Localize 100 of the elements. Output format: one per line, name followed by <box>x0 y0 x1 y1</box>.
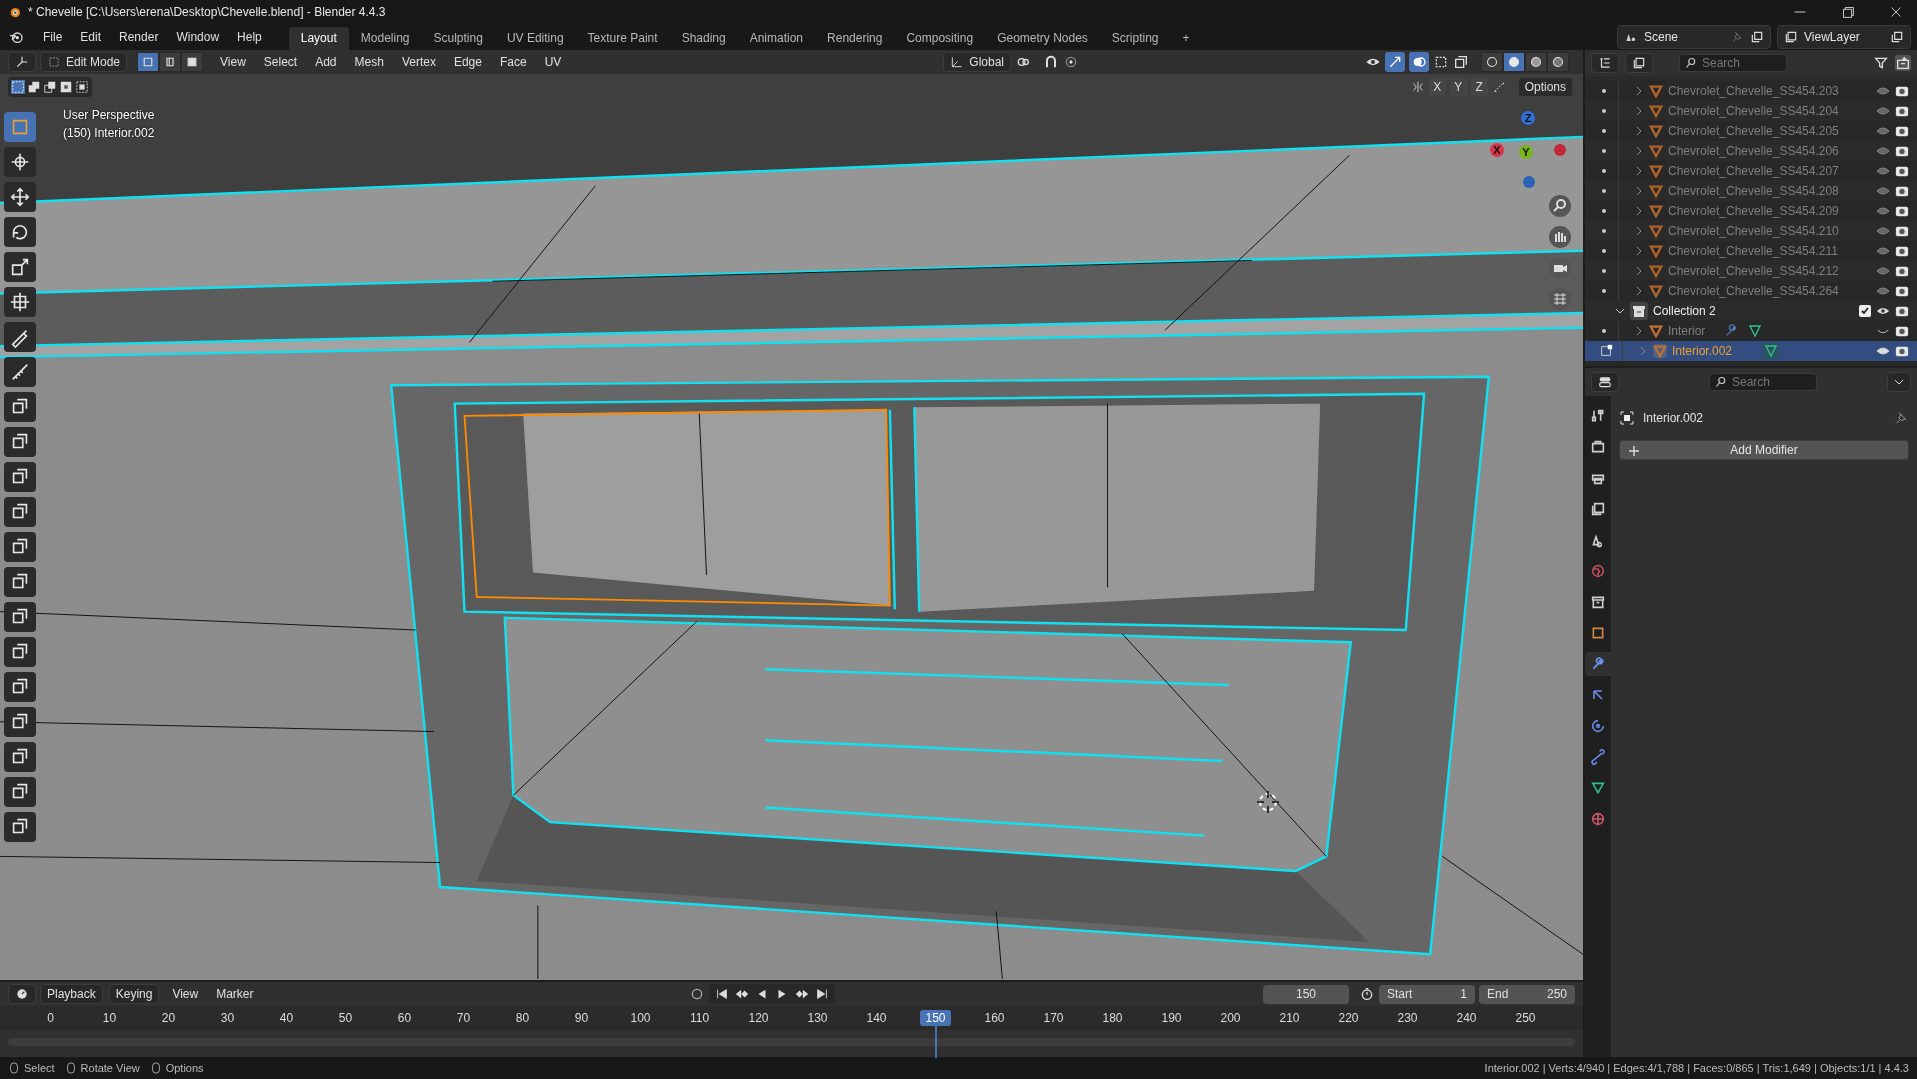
editor-type-button[interactable] <box>1591 372 1619 392</box>
camera-icon[interactable] <box>1895 244 1909 258</box>
outliner-row[interactable]: Chevrolet_Chevelle_SS454.203 <box>1585 81 1917 101</box>
select-invert-icon[interactable] <box>59 80 73 94</box>
playhead[interactable]: 150 <box>920 1010 951 1026</box>
scrollbar[interactable] <box>8 1038 1575 1046</box>
jump-start-icon[interactable] <box>714 987 729 1001</box>
x-axis-handle[interactable]: X <box>1490 143 1504 157</box>
menu-item[interactable]: Window <box>167 30 229 44</box>
workspace-tab[interactable]: Compositing <box>894 27 986 50</box>
filter-icon[interactable] <box>1873 55 1889 71</box>
tool-button[interactable] <box>4 287 36 317</box>
search-field[interactable]: Search <box>1679 54 1787 72</box>
menu-item[interactable]: View <box>213 55 253 69</box>
select-subtract-icon[interactable] <box>43 80 57 94</box>
shading-button[interactable] <box>1547 52 1569 72</box>
menu-item[interactable]: View <box>165 987 206 1001</box>
view-layer-button[interactable] <box>1625 53 1653 73</box>
camera-icon[interactable] <box>1895 344 1909 358</box>
dot-icon[interactable] <box>1599 246 1609 256</box>
copy-icon[interactable] <box>1750 30 1764 44</box>
tool-button[interactable] <box>4 497 36 527</box>
dot-icon[interactable] <box>1599 186 1609 196</box>
copy-icon[interactable] <box>1890 30 1904 44</box>
dot-icon[interactable] <box>1599 126 1609 136</box>
tool-button[interactable] <box>4 672 36 702</box>
workspace-tab[interactable]: Geometry Nodes <box>985 27 1100 50</box>
camera-icon[interactable] <box>1895 144 1909 158</box>
axis-dot[interactable] <box>1554 144 1566 156</box>
workspace-tab[interactable]: Layout <box>288 27 349 50</box>
camera-icon[interactable] <box>1895 184 1909 198</box>
camera-icon[interactable] <box>1895 164 1909 178</box>
stopwatch-icon[interactable] <box>1359 986 1375 1002</box>
tool-button[interactable] <box>4 707 36 737</box>
tool-button[interactable] <box>4 147 36 177</box>
add-workspace-button[interactable]: + <box>1170 27 1202 50</box>
magnet-icon[interactable] <box>1043 54 1059 70</box>
tool-button[interactable] <box>4 322 36 352</box>
view-layer-selector[interactable]: ViewLayer <box>1777 25 1911 49</box>
dot-icon[interactable] <box>1599 146 1609 156</box>
search-field[interactable]: Search <box>1709 373 1817 391</box>
outliner-row[interactable]: Chevrolet_Chevelle_SS454.211 <box>1585 241 1917 261</box>
dot-icon[interactable] <box>1599 326 1609 336</box>
tool-button[interactable] <box>4 742 36 772</box>
gizmo-toggle-icon[interactable] <box>1385 52 1405 72</box>
menu-item[interactable]: Vertex <box>394 55 443 69</box>
menu-item[interactable]: Keying <box>108 984 160 1004</box>
workspace-tab[interactable]: Rendering <box>815 27 895 50</box>
tool-button[interactable] <box>4 462 36 492</box>
tool-button[interactable] <box>4 357 36 387</box>
workspace-tab[interactable]: Shading <box>669 27 738 50</box>
start-frame-field[interactable]: Start 1 <box>1379 984 1475 1004</box>
checkbox[interactable] <box>1859 305 1871 317</box>
menu-item[interactable]: Face <box>492 55 534 69</box>
shading-button[interactable] <box>1525 52 1547 72</box>
tool-button[interactable] <box>4 532 36 562</box>
tool-button[interactable] <box>4 567 36 597</box>
overlays-icon[interactable] <box>1409 52 1429 72</box>
menu-item[interactable]: Marker <box>209 987 261 1001</box>
menu-item[interactable]: File <box>34 30 72 44</box>
outliner-row[interactable]: Chevrolet_Chevelle_SS454.264 <box>1585 281 1917 301</box>
tool-button[interactable] <box>4 637 36 667</box>
face-select-button[interactable] <box>181 52 204 72</box>
wrench-icon[interactable] <box>1724 324 1739 338</box>
outliner-row[interactable]: Chevrolet_Chevelle_SS454.205 <box>1585 121 1917 141</box>
new-collection-icon[interactable] <box>1895 55 1911 71</box>
tool-button[interactable] <box>4 252 36 282</box>
options-dropdown[interactable]: Options <box>1517 77 1573 97</box>
menu-item[interactable]: Help <box>228 30 271 44</box>
tool-button[interactable] <box>4 217 36 247</box>
scene-selector[interactable]: Scene <box>1617 25 1771 49</box>
camera-icon[interactable] <box>1895 124 1909 138</box>
tool-button[interactable] <box>4 182 36 212</box>
menu-item[interactable]: Mesh <box>347 55 391 69</box>
camera-icon[interactable] <box>1895 104 1909 118</box>
tool-button[interactable] <box>4 392 36 422</box>
mesh-overlay-icon[interactable] <box>1433 54 1449 70</box>
select-extend-icon[interactable] <box>27 80 41 94</box>
tool-button[interactable] <box>4 777 36 807</box>
current-frame-field[interactable]: 150 <box>1263 984 1349 1004</box>
camera-icon[interactable] <box>1548 256 1572 280</box>
end-frame-field[interactable]: End 250 <box>1479 984 1575 1004</box>
menu-item[interactable]: Select <box>256 55 305 69</box>
previous-keyframe-icon[interactable] <box>734 987 749 1001</box>
tool-button[interactable] <box>4 602 36 632</box>
dot-icon[interactable] <box>1599 286 1609 296</box>
eye-icon[interactable] <box>1876 344 1890 358</box>
axis-dot[interactable] <box>1523 176 1535 188</box>
vertex-select-button[interactable] <box>137 52 160 72</box>
y-axis-handle[interactable]: Y <box>1519 145 1533 159</box>
camera-icon[interactable] <box>1895 204 1909 218</box>
camera-icon[interactable] <box>1895 284 1909 298</box>
workspace-tab[interactable]: Animation <box>737 27 816 50</box>
mesh-data-icon[interactable] <box>1763 343 1780 359</box>
menu-item[interactable]: UV <box>537 55 569 69</box>
dot-icon[interactable] <box>1599 266 1609 276</box>
workspace-tab[interactable]: Texture Paint <box>575 27 670 50</box>
camera-icon[interactable] <box>1895 224 1909 238</box>
proportional-icon[interactable] <box>1063 54 1079 70</box>
menu-item[interactable]: Edge <box>446 55 489 69</box>
